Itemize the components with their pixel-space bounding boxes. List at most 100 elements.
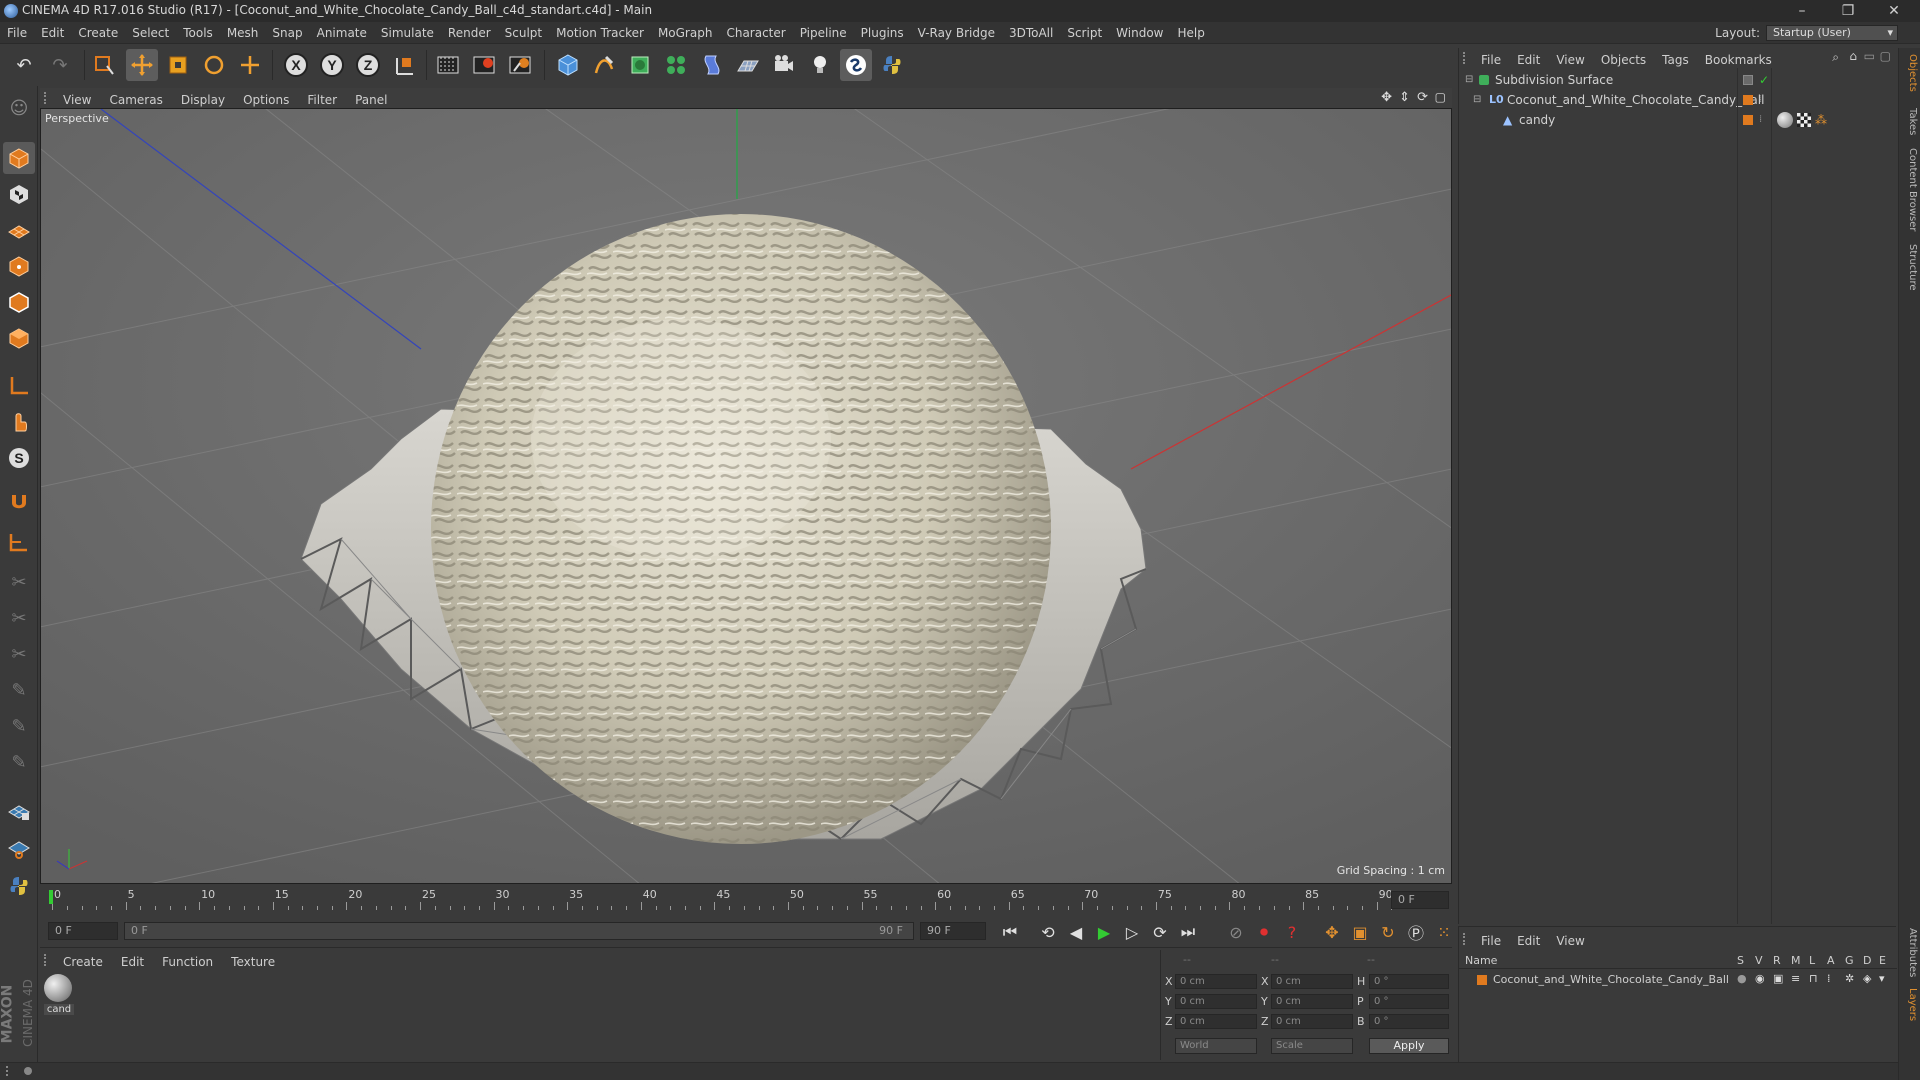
previous-frame-icon[interactable]: ◀ (1064, 920, 1088, 944)
menu-simulate[interactable]: Simulate (374, 22, 441, 44)
coord-rot-h-field[interactable]: 0 ° (1369, 974, 1449, 989)
menu-create[interactable]: Create (71, 22, 125, 44)
key-position-icon[interactable]: ✥ (1320, 920, 1344, 944)
pan-view-icon[interactable]: ✥ (1381, 90, 1392, 105)
coord-size-y-field[interactable]: 0 cm (1271, 994, 1353, 1009)
tab-layers[interactable]: Layers (1902, 988, 1918, 1021)
maximize-panel-icon[interactable]: ▢ (1880, 49, 1891, 63)
coord-transform-select[interactable]: Scale (1271, 1038, 1353, 1054)
menu-mesh[interactable]: Mesh (220, 22, 266, 44)
viewport-menu-display[interactable]: Display (172, 90, 234, 110)
autokey-icon[interactable]: ⏺ (1252, 920, 1276, 944)
rotate-view-icon[interactable]: ⟳ (1417, 90, 1428, 105)
objects-menu-tags[interactable]: Tags (1654, 50, 1697, 70)
tweak-mode-icon[interactable] (3, 406, 35, 438)
move-view-icon[interactable]: ⇕ (1399, 90, 1410, 105)
menu-vray-bridge[interactable]: V-Ray Bridge (911, 22, 1002, 44)
record-keys-icon[interactable]: ⊘ (1224, 920, 1248, 944)
current-frame-field[interactable]: 0 F (1391, 891, 1449, 909)
menu-window[interactable]: Window (1109, 22, 1170, 44)
objects-menu-view[interactable]: View (1548, 50, 1592, 70)
smooth-icon[interactable]: ✎ (3, 746, 35, 778)
search-icon[interactable]: ⌕ (1832, 50, 1839, 65)
collapse-toggle-icon[interactable]: ⊟ (1465, 70, 1473, 90)
menu-snap[interactable]: Snap (265, 22, 309, 44)
layers-menu-view[interactable]: View (1548, 931, 1592, 951)
start-frame-field[interactable]: 0 F (48, 922, 118, 940)
objects-menu-file[interactable]: File (1473, 50, 1509, 70)
menu-render[interactable]: Render (441, 22, 498, 44)
object-row[interactable]: ⊟ L0 Coconut_and_White_Chocolate_Candy_B… (1459, 90, 1897, 110)
layer-render-toggle-icon[interactable]: ▣ (1773, 972, 1783, 985)
coord-size-x-field[interactable]: 0 cm (1271, 974, 1353, 989)
coord-size-z-field[interactable]: 0 cm (1271, 1014, 1353, 1029)
layer-animation-toggle-icon[interactable]: ⁞ (1827, 972, 1831, 985)
menu-edit[interactable]: Edit (34, 22, 71, 44)
object-row[interactable]: ▲ candy ⁞ ⁂ (1459, 110, 1897, 130)
layers-menu-edit[interactable]: Edit (1509, 931, 1548, 951)
subdivision-icon[interactable] (624, 49, 656, 81)
workplane-icon[interactable] (3, 214, 35, 246)
light-icon[interactable] (804, 49, 836, 81)
next-frame-icon[interactable]: ▷ (1120, 920, 1144, 944)
edit-render-settings-icon[interactable] (504, 49, 536, 81)
go-to-start-icon[interactable]: ⏮ (998, 920, 1022, 944)
tab-structure[interactable]: Structure (1902, 244, 1918, 291)
menu-pipeline[interactable]: Pipeline (793, 22, 854, 44)
objects-menu-objects[interactable]: Objects (1593, 50, 1654, 70)
material-menu-function[interactable]: Function (153, 952, 222, 972)
live-selection-icon[interactable] (88, 49, 120, 81)
menu-mograph[interactable]: MoGraph (651, 22, 720, 44)
rotate-icon[interactable] (198, 49, 230, 81)
z-axis-icon[interactable]: Z (352, 49, 384, 81)
material-tag-icon[interactable] (1777, 112, 1793, 128)
go-to-end-icon[interactable]: ⏭ (1176, 920, 1200, 944)
menu-tools[interactable]: Tools (176, 22, 220, 44)
tab-takes[interactable]: Takes (1902, 108, 1918, 135)
polygons-mode-icon[interactable] (3, 322, 35, 354)
x-axis-icon[interactable]: X (280, 49, 312, 81)
previous-key-icon[interactable]: ⟲ (1036, 920, 1060, 944)
redo-icon[interactable]: ↷ (44, 49, 76, 81)
axis-mode-icon[interactable] (3, 370, 35, 402)
magnet-icon[interactable] (3, 486, 35, 518)
floor-icon[interactable] (732, 49, 764, 81)
menu-motion-tracker[interactable]: Motion Tracker (549, 22, 651, 44)
playhead-marker[interactable] (49, 890, 53, 904)
render-picture-viewer-icon[interactable] (468, 49, 500, 81)
enabled-check-icon[interactable]: ✓ (1759, 70, 1769, 90)
phong-tag-icon[interactable]: ⁂ (1815, 110, 1827, 130)
minimize-button[interactable]: – (1780, 0, 1824, 22)
next-key-icon[interactable]: ⟳ (1148, 920, 1172, 944)
coord-rot-p-field[interactable]: 0 ° (1369, 994, 1449, 1009)
menu-select[interactable]: Select (125, 22, 176, 44)
object-row[interactable]: ⊟ Subdivision Surface ✓ (1459, 70, 1897, 90)
transform-icon[interactable] (234, 49, 266, 81)
menu-help[interactable]: Help (1170, 22, 1211, 44)
camera-icon[interactable] (768, 49, 800, 81)
key-parameter-icon[interactable]: Ⓟ (1404, 920, 1428, 944)
scale-icon[interactable] (162, 49, 194, 81)
close-button[interactable]: ✕ (1872, 0, 1916, 22)
layer-tag-icon[interactable] (1743, 75, 1753, 85)
material-menu-texture[interactable]: Texture (222, 952, 284, 972)
viewport-menu-view[interactable]: View (54, 90, 100, 110)
layer-row[interactable]: Coconut_and_White_Chocolate_Candy_Ball ●… (1459, 971, 1897, 989)
keyframe-selection-icon[interactable]: ? (1280, 920, 1304, 944)
collapse-toggle-icon[interactable]: ⊟ (1473, 90, 1481, 110)
material-menu-create[interactable]: Create (54, 952, 112, 972)
viewport-menu-cameras[interactable]: Cameras (100, 90, 171, 110)
key-rotation-icon[interactable]: ↻ (1376, 920, 1400, 944)
visibility-dots-icon[interactable]: ⁞ (1759, 110, 1762, 130)
model-mode-icon[interactable] (3, 142, 35, 174)
y-lock-icon[interactable]: ✂ (3, 602, 35, 634)
layer-generator-toggle-icon[interactable]: ✲ (1845, 972, 1854, 985)
menu-file[interactable]: File (0, 22, 34, 44)
move-icon[interactable] (126, 49, 158, 81)
frame-range-slider[interactable]: 0 F 90 F (124, 922, 914, 940)
visibility-dots-icon[interactable]: ⁞ (1759, 90, 1762, 110)
pen-icon[interactable] (588, 49, 620, 81)
z-lock-icon[interactable]: ✂ (3, 638, 35, 670)
viewport-menu-filter[interactable]: Filter (298, 90, 346, 110)
coord-pos-x-field[interactable]: 0 cm (1175, 974, 1257, 989)
